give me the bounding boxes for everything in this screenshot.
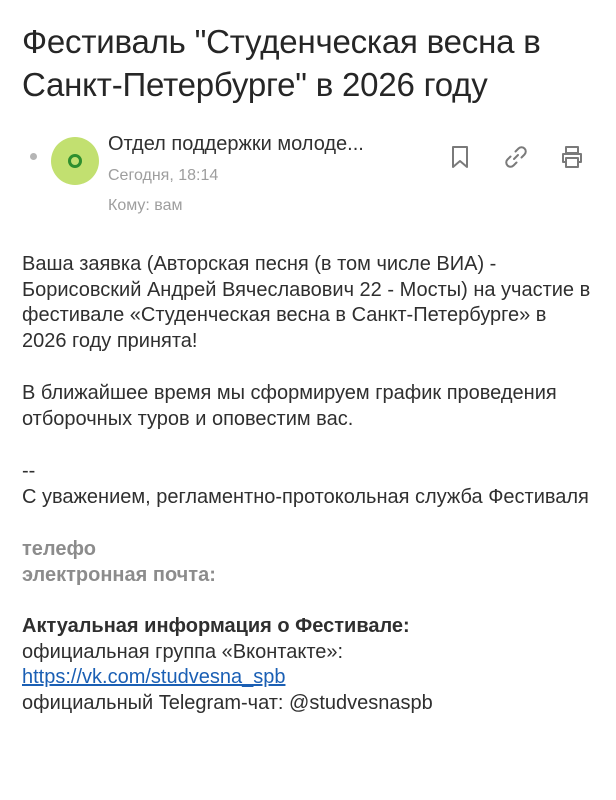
email-date: Сегодня, 18:14 bbox=[108, 167, 219, 184]
email-body: Ваша заявка (Авторская песня (в том числ… bbox=[22, 252, 592, 716]
bookmark-button[interactable] bbox=[444, 143, 476, 171]
link-icon bbox=[505, 146, 527, 168]
unread-indicator bbox=[30, 153, 37, 160]
email-contact-label: электронная почта: bbox=[22, 563, 216, 586]
vk-link[interactable]: https://vk.com/studvesna_spb bbox=[22, 666, 285, 688]
email-actions bbox=[444, 143, 588, 171]
body-paragraph: В ближайшее время мы сформируем график п… bbox=[22, 382, 557, 430]
recipient-name: вам bbox=[154, 197, 183, 214]
sender-name[interactable]: Отдел поддержки молоде... bbox=[108, 133, 364, 156]
info-heading: Актуальная информация о Фестивале: bbox=[22, 615, 410, 637]
body-paragraph: Ваша заявка (Авторская песня (в том числ… bbox=[22, 253, 591, 352]
avatar-letter-icon bbox=[68, 154, 82, 168]
bookmark-icon bbox=[452, 146, 468, 168]
print-icon bbox=[562, 146, 582, 168]
phone-label: телефо bbox=[22, 538, 96, 560]
telegram-line: официальный Telegram-чат: @studvesnaspb bbox=[22, 691, 433, 714]
recipient-prefix: Кому: bbox=[108, 197, 150, 214]
email-subject: Фестиваль "Студенческая весна в Санкт-Пе… bbox=[22, 23, 541, 103]
recipient-line: Кому: вам bbox=[108, 197, 183, 215]
copy-link-button[interactable] bbox=[500, 143, 532, 171]
vk-label: официальная группа «Вконтакте»: bbox=[22, 640, 344, 663]
signature-text: С уважением, регламентно-протокольная сл… bbox=[22, 485, 589, 508]
avatar[interactable] bbox=[51, 137, 99, 185]
signature-separator: -- bbox=[22, 460, 36, 482]
print-button[interactable] bbox=[556, 143, 588, 171]
